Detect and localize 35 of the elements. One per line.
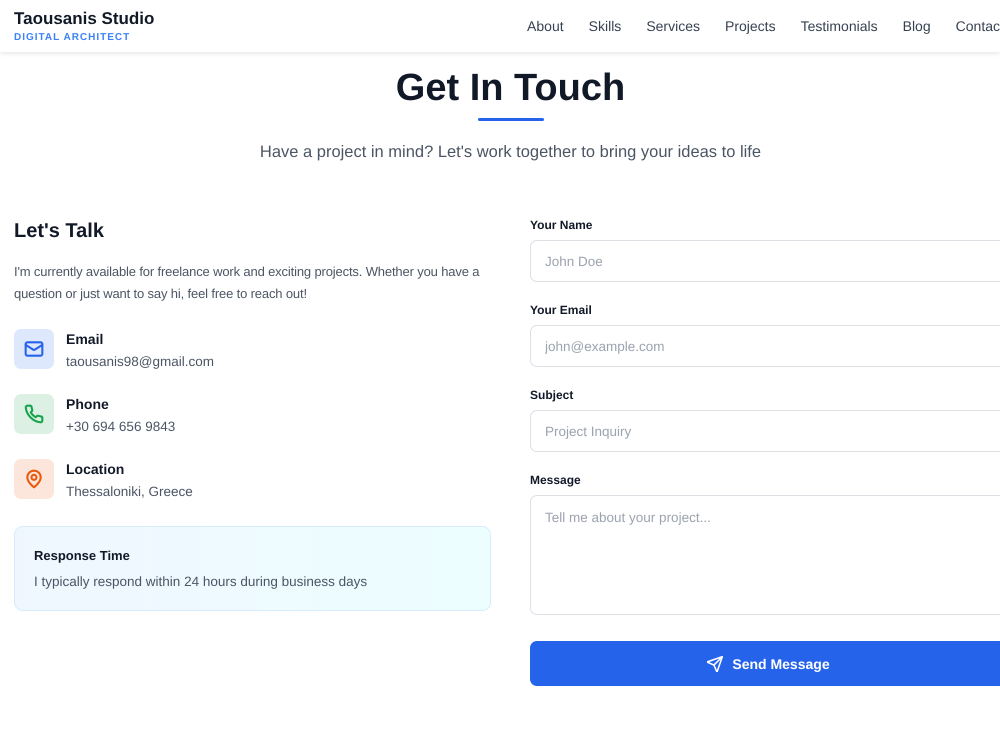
nav-link[interactable]: About	[527, 16, 564, 36]
accent-bar	[478, 118, 544, 121]
nav-link[interactable]: Projects	[725, 16, 776, 36]
mail-icon	[14, 329, 54, 369]
field-label: Subject	[530, 387, 574, 403]
nav-link[interactable]: Skills	[588, 16, 622, 36]
nav-link[interactable]: Services	[646, 16, 700, 36]
section-subtitle: Have a project in mind? Let's work together to bring your ideas to life	[260, 142, 762, 163]
send-icon	[707, 656, 724, 672]
nav-link[interactable]: Testimonials	[800, 16, 878, 36]
field-label: Your Name	[530, 217, 594, 233]
phone-icon	[14, 394, 54, 434]
contact-label: Location	[66, 460, 124, 479]
message-field[interactable]: Tell me about your project...	[530, 495, 1000, 615]
column-heading: Let's Talk	[14, 219, 105, 244]
input-field[interactable]: John Doe	[530, 240, 1000, 282]
contact-label: Email	[66, 330, 104, 349]
intro-paragraph: I'm currently available for freelance work and exciting projects. Whether you have a question or just want to say hi, feel free to reach out!	[14, 263, 480, 303]
field-label: Message	[530, 472, 582, 488]
contact-value: Thessaloniki, Greece	[66, 483, 193, 501]
nav-link[interactable]: Blog	[902, 16, 931, 36]
card-text: I typically respond within 24 hours during business days	[34, 573, 368, 591]
map-pin-icon	[14, 459, 54, 499]
input-field[interactable]: john@example.com	[530, 325, 1000, 367]
site-tagline: DIGITAL ARCHITECT	[14, 30, 130, 44]
contact-label: Phone	[66, 395, 109, 414]
contact-value: taousanis98@gmail.com	[66, 353, 214, 371]
nav-link[interactable]: Contac	[956, 16, 1000, 36]
send-message-button[interactable]: Send Message	[530, 641, 1000, 686]
field-label: Your Email	[530, 302, 593, 318]
section-title: Get In Touch	[396, 66, 626, 111]
contact-value: +30 694 656 9843	[66, 418, 176, 436]
site-title[interactable]: Taousanis Studio	[14, 8, 154, 28]
input-field[interactable]: Project Inquiry	[530, 410, 1000, 452]
card-title: Response Time	[34, 547, 130, 565]
